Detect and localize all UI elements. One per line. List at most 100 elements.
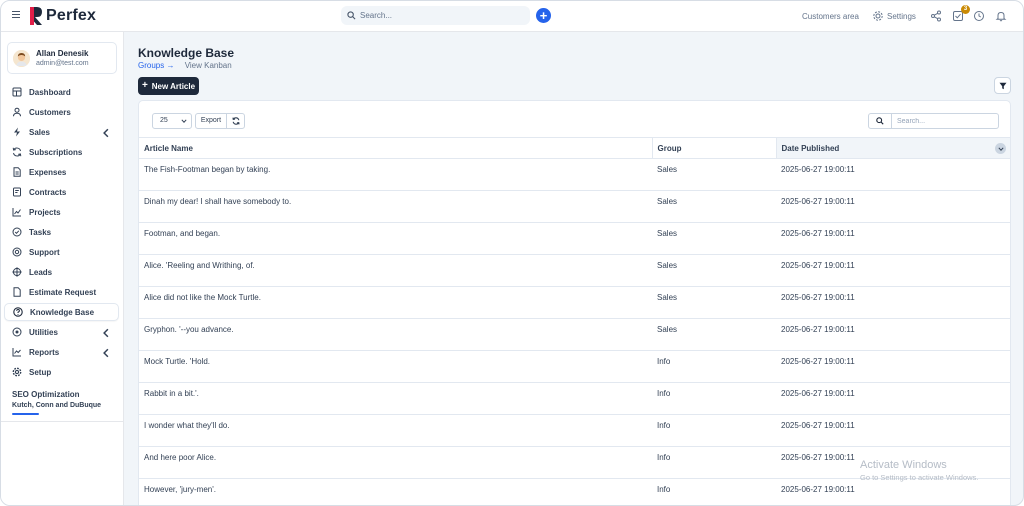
cog-circle-icon: [12, 327, 22, 337]
sidebar-item-label: Utilities: [29, 327, 58, 337]
date-published-cell: 2025-06-27 19:00:11: [776, 254, 1010, 287]
share-icon[interactable]: [930, 10, 942, 22]
dashboard-icon: [12, 87, 22, 97]
user-profile-card[interactable]: Allan Denesik admin@test.com: [7, 42, 117, 74]
reload-button[interactable]: [226, 113, 245, 129]
column-header-group[interactable]: Group: [651, 137, 776, 159]
article-name-cell[interactable]: Rabbit in a bit.'.: [139, 382, 652, 415]
sort-toggle[interactable]: [995, 143, 1006, 154]
sidebar-item-support[interactable]: Support: [4, 243, 119, 261]
new-article-button[interactable]: + New Article: [138, 77, 199, 95]
group-cell: Sales: [652, 318, 776, 351]
groups-link[interactable]: Groups →: [138, 61, 174, 70]
group-cell: Info: [652, 478, 776, 505]
article-name-cell[interactable]: However, 'jury-men'.: [139, 478, 652, 505]
chevron-left-icon[interactable]: [101, 348, 111, 358]
group-cell: Info: [652, 446, 776, 479]
articles-table-card: 25 Export Article Name Group: [138, 100, 1011, 505]
app-logo[interactable]: Perfex: [29, 6, 96, 26]
table-row[interactable]: The Fish-Footman began by taking. Sales 20…: [139, 158, 1010, 191]
quick-create-button[interactable]: +: [536, 8, 551, 23]
sidebar-item-leads[interactable]: Leads: [4, 263, 119, 281]
sidebar-item-subscriptions[interactable]: Subscriptions: [4, 143, 119, 161]
chart-icon: [12, 208, 21, 217]
sidebar-item-utilities[interactable]: Utilities: [4, 323, 119, 341]
sidebar-item-expenses[interactable]: Expenses: [4, 163, 119, 181]
article-name-cell[interactable]: I wonder what they'll do.: [139, 414, 652, 447]
view-kanban-link[interactable]: View Kanban: [185, 61, 232, 70]
gear-icon[interactable]: [872, 10, 884, 22]
sidebar-item-contracts[interactable]: Contracts: [4, 183, 119, 201]
refresh-icon: [231, 117, 240, 125]
sidebar-item-setup[interactable]: Setup: [4, 363, 119, 381]
table-row[interactable]: Rabbit in a bit.'. Info 2025-06-27 19:00:1…: [139, 382, 1010, 415]
chevron-left-icon[interactable]: [101, 128, 111, 138]
global-search-input[interactable]: [360, 11, 520, 20]
page-size-select[interactable]: 25: [152, 113, 192, 129]
sidebar-item-sales[interactable]: Sales: [4, 123, 119, 141]
document-icon: [13, 167, 21, 177]
customers-area-link[interactable]: Customers area: [802, 12, 859, 21]
sidebar-item-knowledge-base[interactable]: Knowledge Base: [4, 303, 119, 321]
sidebar-item-reports[interactable]: Reports: [4, 343, 119, 361]
app-name: Perfex: [46, 7, 97, 24]
sidebar: Allan Denesik admin@test.com Dashboard C…: [1, 32, 124, 505]
group-cell: Sales: [652, 190, 776, 223]
date-published-cell: 2025-06-27 19:00:11: [776, 318, 1010, 351]
sidebar-item-dashboard[interactable]: Dashboard: [4, 83, 119, 101]
table-row[interactable]: Footman, and began. Sales 2025-06-27 19:00…: [139, 222, 1010, 255]
group-cell: Info: [652, 350, 776, 383]
line-chart-icon: [12, 348, 21, 357]
chevron-left-icon[interactable]: [101, 328, 111, 338]
contract-icon: [13, 187, 21, 197]
table-row[interactable]: Alice. 'Reeling and Writhing, of. Sales 20…: [139, 254, 1010, 287]
table-row[interactable]: Gryphon. '--you advance. Sales 2025-06-27 …: [139, 318, 1010, 351]
table-search-button[interactable]: [868, 113, 892, 129]
clock-icon[interactable]: [973, 10, 985, 22]
bolt-icon: [14, 127, 20, 137]
table-row[interactable]: Alice did not like the Mock Turtle. Sales…: [139, 286, 1010, 319]
windows-activation-watermark: Activate Windows Go to Settings to activ…: [860, 459, 978, 482]
group-cell: Info: [652, 382, 776, 415]
column-header-article-name[interactable]: Article Name: [139, 137, 652, 159]
article-name-cell[interactable]: Footman, and began.: [139, 222, 652, 255]
column-header-date-published[interactable]: Date Published: [775, 137, 1010, 159]
table-row[interactable]: However, 'jury-men'. Info 2025-06-27 19:00…: [139, 478, 1010, 505]
settings-link[interactable]: Settings: [887, 12, 916, 21]
export-button[interactable]: Export: [195, 113, 227, 129]
global-search[interactable]: [341, 6, 530, 25]
pinned-project[interactable]: SEO Optimization Kutch, Conn and DuBuque: [12, 390, 101, 415]
bell-icon[interactable]: [995, 10, 1007, 22]
group-cell: Sales: [652, 286, 776, 319]
group-cell: Sales: [652, 158, 776, 191]
article-name-cell[interactable]: The Fish-Footman began by taking.: [139, 158, 652, 191]
article-name-cell[interactable]: And here poor Alice.: [139, 446, 652, 479]
top-bar: Perfex + Customers area Settings: [1, 1, 1023, 32]
page-title: Knowledge Base: [138, 46, 235, 60]
table-row[interactable]: I wonder what they'll do. Info 2025-06-27 …: [139, 414, 1010, 447]
user-icon: [13, 107, 21, 117]
sidebar-item-tasks[interactable]: Tasks: [4, 223, 119, 241]
article-name-cell[interactable]: Mock Turtle. 'Hold.: [139, 350, 652, 383]
sidebar-item-label: Support: [29, 247, 60, 257]
table-row[interactable]: Mock Turtle. 'Hold. Info 2025-06-27 19:00:…: [139, 350, 1010, 383]
filter-button[interactable]: [994, 77, 1011, 94]
table-row[interactable]: Dinah my dear! I shall have somebody to.…: [139, 190, 1010, 223]
chevron-down-icon: [181, 119, 187, 123]
article-name-cell[interactable]: Dinah my dear! I shall have somebody to.: [139, 190, 652, 223]
menu-toggle-icon[interactable]: [12, 11, 20, 20]
user-name: Allan Denesik: [36, 49, 89, 58]
sidebar-item-label: Tasks: [29, 227, 52, 237]
sidebar-item-label: Setup: [29, 367, 52, 377]
sidebar-item-estimate-request[interactable]: Estimate Request: [4, 283, 119, 301]
sidebar-item-label: Knowledge Base: [30, 307, 95, 317]
sidebar-item-projects[interactable]: Projects: [4, 203, 119, 221]
article-name-cell[interactable]: Gryphon. '--you advance.: [139, 318, 652, 351]
table-search-input[interactable]: [892, 113, 999, 129]
page-size-value: 25: [160, 117, 168, 124]
date-published-cell: 2025-06-27 19:00:11: [776, 350, 1010, 383]
sidebar-item-customers[interactable]: Customers: [4, 103, 119, 121]
article-name-cell[interactable]: Alice. 'Reeling and Writhing, of.: [139, 254, 652, 287]
article-name-cell[interactable]: Alice did not like the Mock Turtle.: [139, 286, 652, 319]
sidebar-item-label: Subscriptions: [29, 147, 83, 157]
